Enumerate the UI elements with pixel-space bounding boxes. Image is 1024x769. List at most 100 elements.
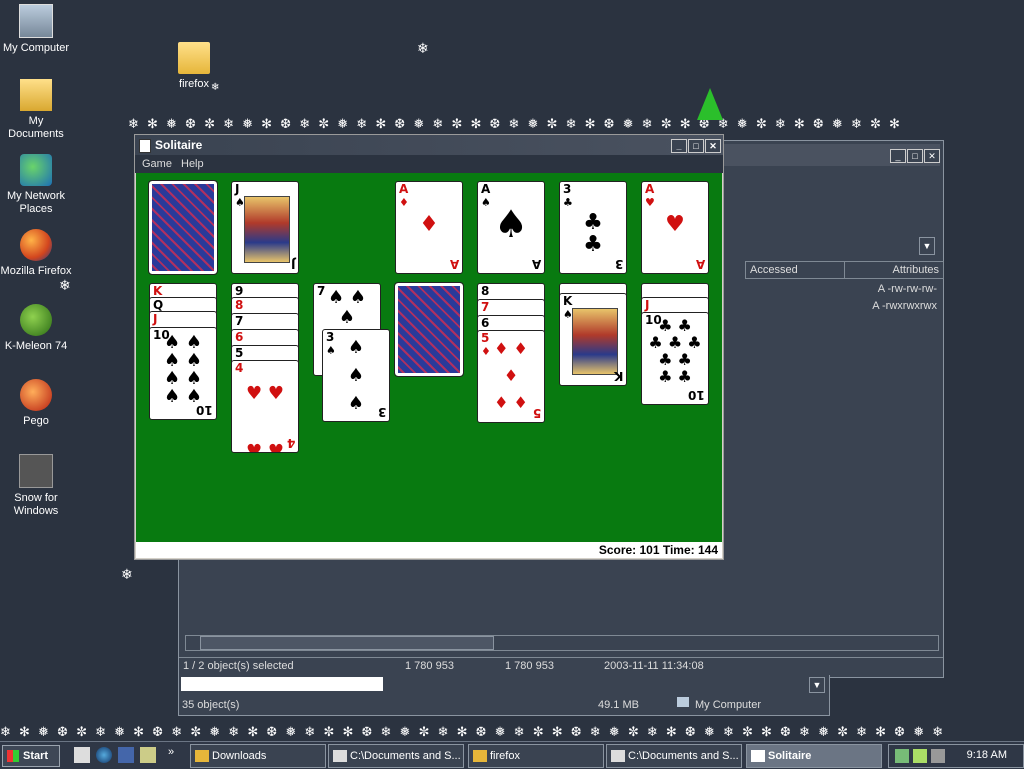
system-tray: 9:18 AM: [888, 744, 1024, 768]
taskbar-button-7zip-1[interactable]: C:\Documents and S...: [328, 744, 464, 768]
menu-game[interactable]: Game: [142, 155, 172, 173]
menu-bar: Game Help: [135, 155, 723, 173]
desktop-icon-label: My Documents: [8, 115, 64, 140]
menu-help[interactable]: Help: [181, 155, 204, 173]
search-icon[interactable]: [140, 747, 156, 763]
desktop-icon-label: Snow for Windows: [13, 492, 59, 517]
desktop-icon-label: K-Meleon 74: [4, 340, 68, 352]
desktop-icon-my-network-places[interactable]: My Network Places: [0, 154, 72, 216]
folder-icon: [195, 750, 209, 763]
status-size: 1 780 953: [405, 660, 454, 672]
close-button[interactable]: ✕: [705, 139, 721, 153]
waste-card[interactable]: J ♠ J: [231, 181, 299, 274]
window-title: Solitaire: [155, 138, 203, 152]
status-total-size: 49.1 MB: [598, 699, 639, 711]
file-attributes: A -rwxrwxrwx: [872, 300, 937, 312]
tableau-5-top-card[interactable]: 5 ♦ ♦ ♦ ♦ ♦ ♦ 5: [477, 330, 545, 423]
status-selected: 1 / 2 object(s) selected: [183, 660, 294, 672]
solitaire-window[interactable]: Solitaire _ □ ✕ Game Help J ♠ J A ♦ ♦ A …: [134, 134, 724, 560]
foundation-4[interactable]: A ♥ ♥ A: [641, 181, 709, 274]
desktop-icon-my-documents[interactable]: My Documents: [0, 79, 72, 141]
solitaire-icon: [139, 139, 151, 153]
minimize-button[interactable]: _: [671, 139, 687, 153]
taskbar: Start » Downloads C:\Documents and S... …: [0, 741, 1024, 769]
foundation-3[interactable]: 3 ♣ ♣ ♣ 3: [559, 181, 627, 274]
tray-icon[interactable]: [913, 749, 927, 763]
desktop-icon-label: My Network Places: [6, 190, 66, 215]
tableau-2-top-card[interactable]: 4 ♥ ♥ ♥ ♥ 4: [231, 360, 299, 453]
tableau-1-top-card[interactable]: 10 ♠ ♠ ♠ ♠ ♠ ♠ ♠ ♠ 10: [149, 327, 217, 420]
solitaire-titlebar[interactable]: Solitaire _ □ ✕: [135, 135, 723, 155]
chevron-icon[interactable]: »: [168, 746, 174, 758]
snowflake-icon: ❄: [417, 41, 429, 57]
folder-icon: [473, 750, 487, 763]
scrollbar-thumb[interactable]: [200, 636, 494, 650]
desktop-icon-label: My Computer: [2, 42, 70, 54]
computer-icon: [19, 4, 53, 38]
minimize-button[interactable]: _: [890, 149, 906, 163]
outlook-icon[interactable]: [118, 747, 134, 763]
taskbar-button-7zip-2[interactable]: C:\Documents and S...: [606, 744, 742, 768]
king-face-image: [572, 308, 618, 375]
solitaire-icon: [751, 750, 765, 763]
snow-strip-top: ❄ ✻ ❅ ❆ ✼ ❄ ❅ ✻ ❆ ❄ ✼ ❅ ❄ ✻ ❆ ❅ ❄ ✼ ✻ ❆ …: [128, 118, 902, 132]
clock[interactable]: 9:18 AM: [967, 749, 1007, 761]
game-board[interactable]: J ♠ J A ♦ ♦ A A ♠ ♠ A 3 ♣ ♣♣ 3 A ♥ ♥ A: [136, 173, 722, 542]
stock-pile[interactable]: [148, 180, 218, 275]
start-button[interactable]: Start: [2, 745, 60, 767]
desktop-icon-label: Pego: [23, 415, 49, 427]
file-attributes: A -rw-rw-rw-: [877, 283, 937, 295]
score-status: Score: 101 Time: 144: [136, 542, 722, 558]
christmas-tree-icon: [697, 88, 723, 120]
snow-icon: [19, 454, 53, 488]
documents-folder-icon: [20, 79, 52, 111]
desktop-icon-label: Mozilla Firefox: [0, 265, 72, 277]
tray-icon[interactable]: [931, 749, 945, 763]
snowflake-icon: ❄: [121, 567, 133, 583]
status-date: 2003-11-11 11:34:08: [604, 660, 704, 672]
close-button[interactable]: ✕: [924, 149, 940, 163]
maximize-button[interactable]: □: [688, 139, 704, 153]
status-object-count: 35 object(s): [182, 699, 240, 711]
taskbar-button-firefox[interactable]: firefox: [468, 744, 604, 768]
desktop-icon-label: firefox: [179, 78, 209, 90]
folder-icon: [178, 42, 210, 74]
maximize-button[interactable]: □: [907, 149, 923, 163]
desktop-icon-snow-for-windows[interactable]: Snow for Windows: [0, 454, 72, 518]
desktop-icon-my-computer[interactable]: My Computer: [0, 4, 72, 55]
foundation-2[interactable]: A ♠ ♠ A: [477, 181, 545, 274]
computer-icon: [677, 697, 689, 707]
firefox-icon: [20, 229, 52, 261]
quicklaunch-icon[interactable]: [74, 747, 90, 763]
status-size: 1 780 953: [505, 660, 554, 672]
desktop-icon-k-meleon[interactable]: K-Meleon 74: [0, 304, 72, 353]
address-input[interactable]: [181, 677, 383, 691]
7zip-icon: [333, 750, 347, 763]
column-header-attributes[interactable]: Attributes: [844, 261, 944, 279]
jack-face-image: [244, 196, 290, 263]
network-icon: [20, 154, 52, 186]
taskbar-button-downloads[interactable]: Downloads: [190, 744, 326, 768]
desktop-icon-firefox-folder[interactable]: firefox: [158, 42, 230, 91]
explorer-window-2[interactable]: ▼ 35 object(s) 49.1 MB My Computer: [178, 675, 830, 716]
windows-logo-icon: [7, 750, 19, 763]
tableau-7-top-card[interactable]: 10 ♣ ♣ ♣ ♣ ♣ ♣ ♣ ♣ ♣ 10: [641, 312, 709, 405]
tableau-6-top-card[interactable]: K ♠ K: [559, 293, 627, 386]
dropdown-button[interactable]: ▼: [809, 677, 825, 693]
horizontal-scrollbar[interactable]: [185, 635, 939, 651]
column-header-accessed[interactable]: Accessed: [745, 261, 845, 279]
ie-icon[interactable]: [96, 747, 112, 763]
desktop-icon-mozilla-firefox[interactable]: Mozilla Firefox: [0, 229, 72, 278]
snow-strip-bottom: ❄ ✻ ❅ ❆ ✼ ❄ ❅ ✻ ❆ ❄ ✼ ❅ ❄ ✻ ❆ ❅ ❄ ✼ ✻ ❆ …: [0, 726, 946, 740]
snowflake-icon: ❄: [59, 278, 71, 294]
address-dropdown-button[interactable]: ▼: [919, 237, 935, 255]
tableau-4-facedown[interactable]: [394, 282, 464, 377]
tray-icon[interactable]: [895, 749, 909, 763]
explorer-statusbar: 1 / 2 object(s) selected 1 780 953 1 780…: [179, 657, 943, 676]
status-location: My Computer: [695, 699, 762, 711]
7zip-icon: [611, 750, 625, 763]
explorer-titlebar[interactable]: _ □ ✕: [724, 144, 940, 166]
foundation-1[interactable]: A ♦ ♦ A: [395, 181, 463, 274]
desktop-icon-pego[interactable]: Pego: [0, 379, 72, 428]
taskbar-button-solitaire[interactable]: Solitaire: [746, 744, 882, 768]
